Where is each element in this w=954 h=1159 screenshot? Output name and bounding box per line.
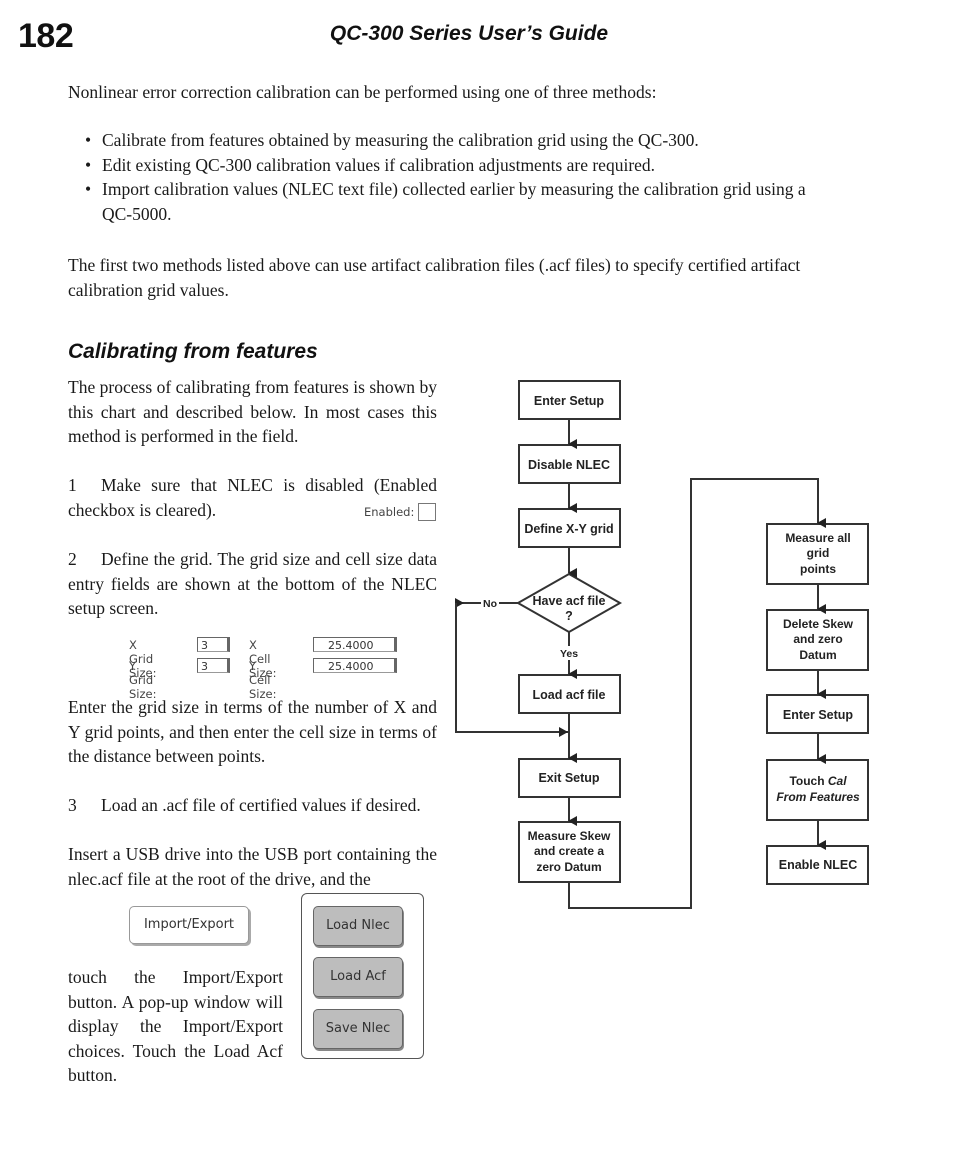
flow-label: ? (565, 609, 573, 623)
flow-yes-label: Yes (560, 648, 578, 660)
flow-label: zero Datum (536, 860, 601, 874)
flow-label: Enable NLEC (779, 858, 858, 872)
flow-label: and zero (793, 632, 842, 646)
flow-label: Datum (799, 648, 836, 662)
flow-label: Load acf file (533, 688, 606, 702)
flow-label: Disable NLEC (528, 458, 610, 472)
flow-label: Define X-Y grid (524, 522, 613, 536)
flow-label: Enter Setup (534, 394, 605, 408)
flow-label: Have acf file (533, 594, 606, 608)
flow-no-label: No (483, 598, 497, 610)
flow-label: Enter Setup (783, 708, 854, 722)
flow-label: and create a (534, 844, 604, 858)
flow-label: Delete Skew (783, 617, 854, 631)
flow-label: From Features (776, 790, 860, 804)
calibration-flowchart: Enter Setup Disable NLEC Define X-Y grid… (455, 380, 869, 909)
flow-label-touch-cal: Touch Cal (789, 774, 847, 788)
flow-label: grid (807, 546, 830, 560)
flow-label: Exit Setup (538, 771, 599, 785)
flow-label: Measure Skew (528, 829, 611, 843)
flow-label: Measure all (785, 531, 850, 545)
flow-label: points (800, 562, 836, 576)
